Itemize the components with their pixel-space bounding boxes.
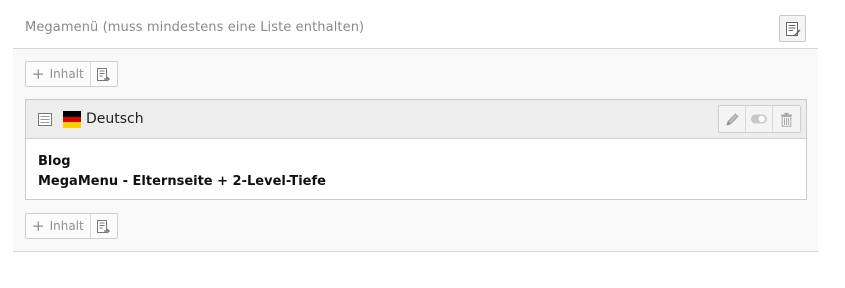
content-element-icon[interactable] [38, 113, 52, 126]
grid-column: Megamenü (muss mindestens eine Liste ent… [13, 9, 818, 252]
edit-button[interactable] [719, 106, 746, 132]
edit-icon [725, 112, 739, 126]
element-subheader-text: MegaMenu - Elternseite + 2-Level-Tiefe [38, 174, 326, 189]
element-action-group [718, 105, 801, 133]
paste-icon [97, 219, 111, 233]
flag-stripe-gold [63, 122, 81, 128]
paste-icon [97, 67, 111, 81]
language-label: Deutsch [86, 111, 144, 127]
paste-button[interactable] [91, 62, 117, 86]
content-element: Deutsch Blog MegaMenu - Elternseite + 2-… [25, 99, 807, 200]
german-flag-icon [63, 111, 81, 128]
element-header-text: Blog [38, 154, 71, 169]
add-content-label: Inhalt [49, 67, 84, 81]
edit-columns-icon [785, 21, 800, 36]
content-element-header: Deutsch [26, 100, 806, 139]
add-content-group-top: + Inhalt [25, 61, 118, 87]
add-content-group-bottom: + Inhalt [25, 213, 118, 239]
add-content-button[interactable]: + Inhalt [26, 62, 91, 86]
add-content-label: Inhalt [49, 219, 84, 233]
content-element-body[interactable]: Blog MegaMenu - Elternseite + 2-Level-Ti… [38, 152, 326, 192]
delete-button[interactable] [773, 106, 800, 132]
plus-icon: + [32, 216, 45, 235]
add-content-button[interactable]: + Inhalt [26, 214, 91, 238]
delete-icon [781, 112, 792, 127]
plus-icon: + [32, 64, 45, 83]
paste-button[interactable] [91, 214, 117, 238]
column-title: Megamenü (muss mindestens eine Liste ent… [25, 20, 365, 35]
column-header: Megamenü (muss mindestens eine Liste ent… [13, 9, 818, 49]
toggle-visibility-icon [751, 114, 767, 124]
column-edit-button[interactable] [779, 15, 806, 42]
toggle-visibility-button[interactable] [746, 106, 773, 132]
